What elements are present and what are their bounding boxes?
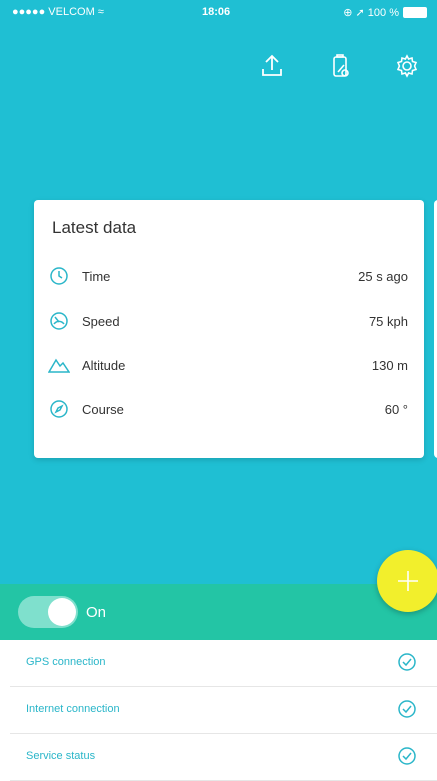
clock-icon: [48, 265, 70, 287]
altitude-value: 130 m: [371, 357, 408, 373]
data-row-altitude: Altitude 130 m: [48, 353, 408, 377]
data-row-course: Course 60 °: [48, 397, 408, 421]
speedometer-icon: [48, 310, 70, 332]
device-status-button[interactable]: [322, 48, 358, 84]
data-row-time: Time 25 s ago: [48, 264, 408, 288]
latest-data-card: Latest data Time 25 s ago Speed 75 kph A…: [34, 200, 424, 458]
speed-value: 75 kph: [368, 313, 408, 329]
carrier-label: ●●●●● VELCOM ≈: [12, 6, 104, 18]
check-circle-icon: [398, 653, 416, 671]
battery-label: ⊕ ➚ 100 %: [343, 7, 399, 19]
status-time: 18:06: [202, 6, 231, 18]
data-row-speed: Speed 75 kph: [48, 309, 408, 333]
status-list: GPS connection Internet connection Servi…: [10, 640, 437, 781]
battery-status: ⊕ ➚ 100 %: [343, 6, 427, 19]
time-label: Time: [82, 268, 111, 284]
tracking-toggle[interactable]: [18, 596, 78, 628]
list-item-internet[interactable]: Internet connection: [10, 687, 437, 734]
altitude-label: Altitude: [82, 357, 126, 373]
upload-icon: [262, 54, 282, 76]
add-button[interactable]: [377, 550, 437, 612]
check-circle-icon: [398, 747, 416, 765]
list-item-service[interactable]: Service status: [10, 734, 437, 781]
course-label: Course: [82, 401, 124, 417]
list-item-gps[interactable]: GPS connection: [10, 640, 437, 687]
settings-button[interactable]: [389, 48, 425, 84]
time-value: 25 s ago: [358, 268, 408, 284]
mountain-icon: [48, 354, 70, 376]
compass-icon: [48, 398, 70, 420]
course-value: 60 °: [384, 401, 408, 417]
toggle-knob: [48, 598, 76, 626]
device-status-icon: [333, 54, 349, 77]
internet-connection-label: Internet connection: [26, 703, 120, 715]
service-status-label: Service status: [26, 750, 96, 762]
gear-icon: [396, 54, 418, 78]
check-circle-icon: [398, 700, 416, 718]
tracking-toggle-bar: On: [0, 584, 437, 640]
upload-button[interactable]: [254, 48, 290, 84]
card-title: Latest data: [52, 218, 137, 237]
speed-label: Speed: [82, 313, 120, 329]
main-area: Latest data Time 25 s ago Speed 75 kph A…: [0, 24, 437, 584]
battery-icon: [403, 7, 427, 18]
status-bar: ●●●●● VELCOM ≈ 18:06 ⊕ ➚ 100 %: [0, 0, 437, 24]
plus-icon: [398, 571, 418, 591]
toggle-label: On: [86, 604, 107, 621]
gps-connection-label: GPS connection: [26, 656, 106, 668]
